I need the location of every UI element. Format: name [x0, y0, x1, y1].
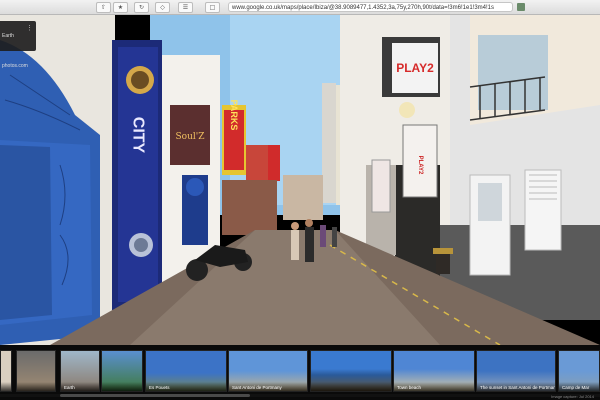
browser-toolbar: ⇧ ★ ↻ ◇ ☰ □ www.google.co.uk/maps/place/… — [0, 0, 600, 15]
photo-info-card[interactable]: Earth photos.com ⋮ — [0, 21, 36, 69]
filmstrip-scrollbar[interactable] — [0, 394, 600, 397]
image-capture-date: Image capture: Jul 2014 — [551, 394, 594, 399]
filmstrip-thumb[interactable] — [16, 350, 56, 392]
filmstrip-thumb[interactable]: Camp de Mar — [558, 350, 600, 392]
filmstrip-thumb[interactable]: Town beach — [393, 350, 475, 392]
sidebar-icon[interactable]: ◇ — [155, 2, 170, 13]
photo-filmstrip: Earth Es Pouets Sant Antoni de Portmany … — [0, 345, 600, 400]
filmstrip-thumb[interactable]: Sant Antoni de Portmany — [228, 350, 308, 392]
play2-small-sign: PLAY2 — [417, 156, 423, 175]
play2-sign: PLAY2 — [396, 61, 434, 75]
more-options-icon[interactable]: ⋮ — [26, 25, 33, 32]
filmstrip-thumb[interactable] — [101, 350, 143, 392]
filmstrip-thumb[interactable]: Es Pouets — [145, 350, 227, 392]
reader-icon[interactable]: ☰ — [178, 2, 193, 13]
scrollbar-thumb[interactable] — [60, 394, 250, 397]
info-card-text: Earth photos.com — [2, 33, 28, 69]
extension-icon[interactable] — [517, 3, 525, 11]
filmstrip-thumb[interactable]: Earth — [60, 350, 100, 392]
address-bar[interactable]: www.google.co.uk/maps/place/Ibiza/@38.90… — [228, 2, 513, 12]
filmstrip-thumb[interactable]: The sunset in Sant Antoni de Portmany — [476, 350, 556, 392]
soulz-sign: Soul'Z — [176, 132, 205, 142]
filmstrip-thumb[interactable] — [310, 350, 392, 392]
city-sign: CITY — [130, 117, 147, 154]
parks-sign: PARKS — [229, 100, 239, 131]
filmstrip-thumb[interactable] — [0, 350, 12, 392]
street-view-panorama[interactable]: CITY PARKS PLAY2 PLAY2 Soul'Z — [0, 15, 600, 345]
share-icon[interactable]: ⇧ — [96, 2, 111, 13]
bookmark-icon[interactable]: ★ — [113, 2, 128, 13]
tabs-icon[interactable]: □ — [205, 2, 220, 13]
reload-icon[interactable]: ↻ — [134, 2, 149, 13]
